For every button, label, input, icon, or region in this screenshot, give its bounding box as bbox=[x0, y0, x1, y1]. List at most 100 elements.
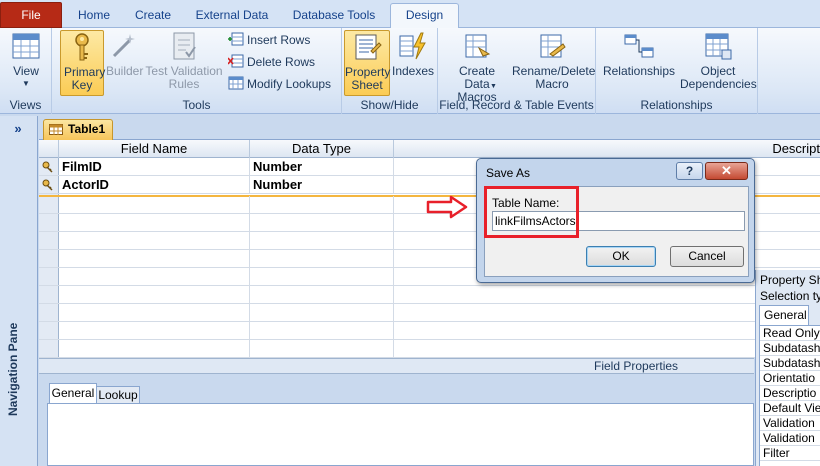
magic-wand-icon bbox=[112, 34, 135, 58]
tab-create[interactable]: Create bbox=[128, 4, 178, 28]
property-row[interactable]: Filter bbox=[760, 446, 820, 461]
group-table-events: Create Data Macros ▼ Rename/Delete Macro… bbox=[438, 28, 596, 114]
table-row[interactable] bbox=[39, 340, 820, 358]
object-dependencies-icon bbox=[705, 33, 732, 60]
header-selector bbox=[39, 140, 59, 158]
data-type-cell[interactable]: Number bbox=[250, 176, 394, 194]
tab-lookup[interactable]: Lookup bbox=[96, 386, 140, 403]
property-row[interactable]: Read Only bbox=[760, 326, 820, 341]
document-tab-bar: Table1 bbox=[39, 116, 820, 140]
builder-button[interactable]: Builder bbox=[106, 30, 144, 78]
primary-key-icon bbox=[42, 179, 53, 191]
field-name-cell[interactable]: FilmID bbox=[59, 158, 250, 176]
group-label-table-events: Field, Record & Table Events bbox=[439, 98, 594, 112]
primary-key-label: Primary Key bbox=[64, 65, 106, 92]
group-tools: Primary Key Builder Test Validation Rule… bbox=[52, 28, 342, 114]
delete-rows-icon bbox=[228, 54, 244, 68]
expand-nav-icon[interactable]: » bbox=[3, 120, 33, 140]
field-properties-panel: General Lookup bbox=[39, 374, 754, 466]
indexes-button[interactable]: Indexes bbox=[392, 30, 434, 78]
rename-delete-macro-label: Rename/Delete Macro bbox=[512, 64, 596, 91]
property-sheet-button[interactable]: Property Sheet bbox=[344, 30, 390, 96]
field-name-cell[interactable]: ActorID bbox=[59, 176, 250, 194]
insert-rows-label: Insert Rows bbox=[247, 33, 311, 47]
key-icon bbox=[75, 33, 89, 61]
ribbon: View ▼ Views Primary Key Builder Test Va… bbox=[0, 28, 820, 114]
relationships-icon bbox=[624, 34, 654, 58]
property-sheet-title: Property Sh bbox=[760, 273, 820, 287]
insert-rows-icon bbox=[228, 32, 244, 46]
data-type-cell[interactable]: Number bbox=[250, 158, 394, 176]
property-sheet-pane: Property Sh Selection ty General Read On… bbox=[755, 270, 820, 466]
tab-database-tools[interactable]: Database Tools bbox=[286, 4, 382, 28]
table-icon bbox=[49, 124, 63, 135]
delete-rows-button[interactable]: Delete Rows bbox=[228, 52, 315, 72]
field-properties-title: Field Properties bbox=[594, 359, 679, 373]
property-row[interactable]: Descriptio bbox=[760, 386, 820, 401]
navigation-pane[interactable]: » Navigation Pane bbox=[0, 116, 38, 466]
tab-general[interactable]: General bbox=[49, 383, 97, 403]
ok-button[interactable]: OK bbox=[586, 246, 656, 267]
group-label-relationships: Relationships bbox=[640, 98, 713, 112]
object-dependencies-button[interactable]: Object Dependencies bbox=[680, 30, 757, 91]
primary-key-icon bbox=[42, 161, 53, 173]
group-relationships: Relationships Object Dependencies Relati… bbox=[596, 28, 758, 114]
property-row[interactable]: Validation bbox=[760, 431, 820, 446]
field-properties-divider[interactable]: Field Properties bbox=[39, 358, 754, 374]
tab-design[interactable]: Design bbox=[390, 3, 459, 29]
table-row[interactable] bbox=[39, 322, 820, 340]
property-sheet-label: Property Sheet bbox=[345, 65, 391, 92]
group-label-views: Views bbox=[9, 98, 42, 112]
view-button[interactable]: View ▼ bbox=[6, 30, 46, 88]
modify-lookups-button[interactable]: Modify Lookups bbox=[228, 74, 331, 94]
grid-header: Field Name Data Type Descript bbox=[39, 140, 820, 158]
table-row[interactable] bbox=[39, 304, 820, 322]
test-validation-rules-button[interactable]: Test Validation Rules bbox=[144, 30, 224, 91]
indexes-lightning-icon bbox=[399, 32, 426, 60]
tab-home[interactable]: Home bbox=[68, 4, 120, 28]
insert-rows-button[interactable]: Insert Rows bbox=[228, 30, 310, 50]
rename-macro-icon bbox=[540, 34, 566, 58]
table-row[interactable] bbox=[39, 286, 820, 304]
property-sheet-tab-general[interactable]: General bbox=[759, 305, 809, 325]
relationships-button[interactable]: Relationships bbox=[602, 30, 676, 78]
modify-lookups-icon bbox=[228, 76, 244, 90]
relationships-label: Relationships bbox=[602, 64, 676, 78]
chevron-down-icon: ▼ bbox=[22, 79, 30, 88]
property-row[interactable]: Validation bbox=[760, 416, 820, 431]
close-icon[interactable]: ✕ bbox=[705, 162, 748, 180]
view-label: View bbox=[13, 64, 39, 78]
modify-lookups-label: Modify Lookups bbox=[247, 77, 332, 91]
chevron-down-icon: ▼ bbox=[490, 83, 497, 90]
property-row[interactable]: Subdatash bbox=[760, 356, 820, 371]
header-field-name: Field Name bbox=[59, 140, 250, 158]
create-data-macros-button[interactable]: Create Data Macros ▼ bbox=[444, 30, 510, 104]
primary-key-button[interactable]: Primary Key bbox=[60, 30, 106, 96]
tab-external-data[interactable]: External Data bbox=[190, 4, 274, 28]
object-dependencies-label: Object Dependencies bbox=[680, 64, 757, 91]
data-macro-icon bbox=[465, 34, 491, 58]
help-icon[interactable]: ? bbox=[676, 162, 703, 180]
validation-rules-icon bbox=[173, 32, 196, 60]
selection-type-label: Selection ty bbox=[760, 289, 820, 303]
navigation-pane-label: Navigation Pane bbox=[6, 322, 20, 416]
cancel-button[interactable]: Cancel bbox=[670, 246, 744, 267]
delete-rows-label: Delete Rows bbox=[247, 55, 316, 69]
test-validation-label: Test Validation Rules bbox=[145, 64, 223, 91]
tab-table1-label: Table1 bbox=[68, 122, 106, 136]
property-row[interactable]: Subdatash bbox=[760, 341, 820, 356]
tab-file[interactable]: File bbox=[0, 2, 62, 28]
group-label-tools: Tools bbox=[182, 98, 211, 112]
dialog-title: Save As bbox=[486, 166, 531, 180]
datasheet-view-icon bbox=[12, 33, 40, 59]
property-row[interactable]: Orientatio bbox=[760, 371, 820, 386]
rename-delete-macro-button[interactable]: Rename/Delete Macro bbox=[512, 30, 596, 91]
property-row[interactable]: Default Vie bbox=[760, 401, 820, 416]
group-label-show-hide: Show/Hide bbox=[360, 98, 419, 112]
property-sheet-icon bbox=[355, 34, 382, 60]
builder-label: Builder bbox=[106, 64, 144, 78]
group-views: View ▼ Views bbox=[0, 28, 52, 114]
field-properties-body bbox=[47, 403, 754, 466]
tab-table1[interactable]: Table1 bbox=[43, 119, 113, 140]
ribbon-tab-bar: File Home Create External Data Database … bbox=[0, 0, 820, 29]
